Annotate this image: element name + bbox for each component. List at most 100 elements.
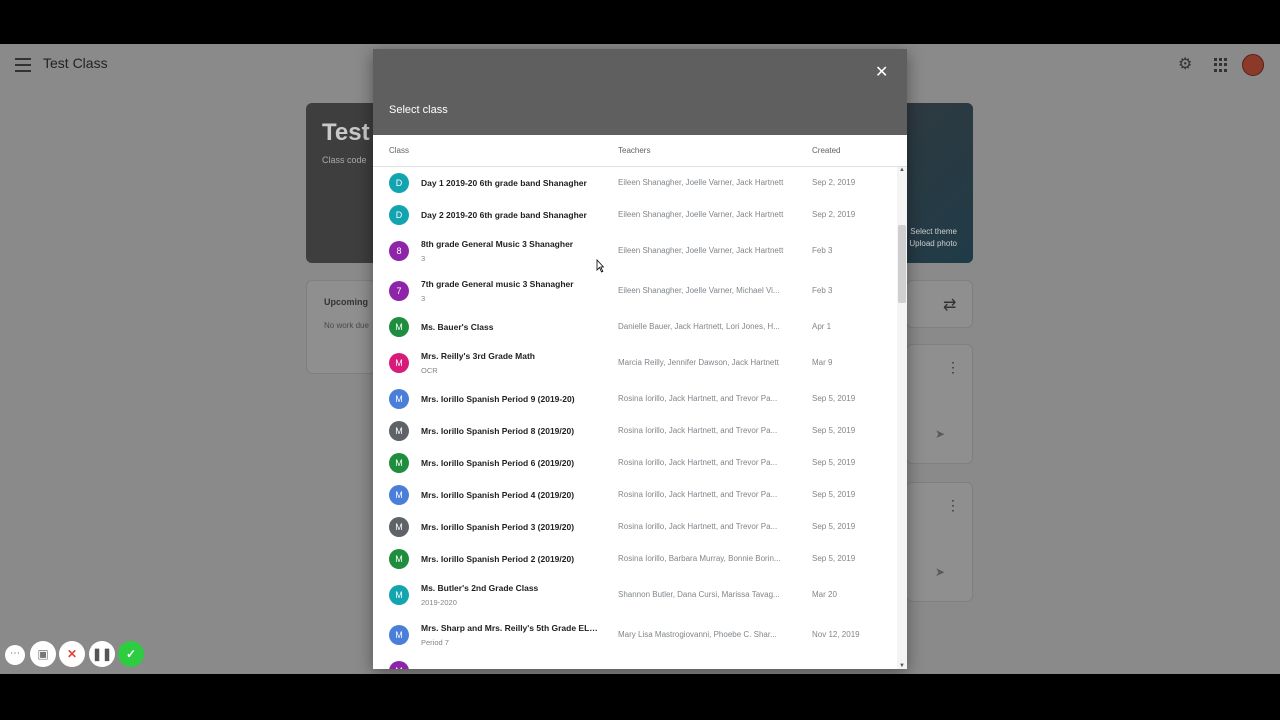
class-created-date: Mar 20 bbox=[812, 590, 837, 599]
column-teachers: Teachers bbox=[618, 146, 651, 155]
class-row[interactable]: D Day 2 2019-20 6th grade band Shanagher E… bbox=[373, 199, 897, 231]
class-row[interactable]: M Mrs. Iorillo Spanish Period 2 (2019/20)… bbox=[373, 543, 897, 575]
class-avatar: 7 bbox=[389, 281, 409, 301]
class-name: Ms. Butler's 2nd Grade Class bbox=[421, 583, 539, 593]
send-icon[interactable]: ➤ bbox=[935, 427, 945, 441]
class-created-date: Feb 3 bbox=[812, 246, 833, 255]
class-name: Mrs. Iorillo Spanish Period 6 (2019/20) bbox=[421, 458, 575, 468]
class-teachers: Rosina Iorillo, Jack Hartnett, and Trevo… bbox=[618, 394, 778, 403]
column-class: Class bbox=[389, 146, 410, 155]
select-theme-link[interactable]: Select theme bbox=[909, 226, 957, 238]
class-avatar: M bbox=[389, 549, 409, 569]
class-row[interactable]: M Mrs. Reilly's 3rd Grade Math OCR Marcia R… bbox=[373, 343, 897, 383]
class-row[interactable]: 7 7th grade General music 3 Shanagher 3 Eil… bbox=[373, 271, 897, 311]
class-created-date: Sep 5, 2019 bbox=[812, 426, 856, 435]
menu-icon[interactable] bbox=[15, 58, 31, 72]
more-vert-icon[interactable]: ⋮ bbox=[946, 360, 960, 374]
select-class-dialog: Select class ✕ Class Teachers Created DD… bbox=[373, 49, 907, 669]
class-teachers: Mary Lisa Mastrogiovanni, Phoebe C. Shar… bbox=[618, 630, 777, 639]
column-created: Created bbox=[812, 146, 841, 155]
pause-icon[interactable]: ❚❚ bbox=[89, 641, 115, 667]
account-avatar[interactable] bbox=[1242, 54, 1264, 76]
class-teachers: Eileen Shanagher, Joelle Varner, Jack Ha… bbox=[618, 246, 784, 255]
class-avatar: M bbox=[389, 317, 409, 337]
camera-icon[interactable]: ▣ bbox=[30, 641, 56, 667]
class-list[interactable]: D Day 1 2019-20 6th grade band Shanagher E… bbox=[373, 167, 897, 669]
class-row[interactable]: M Mrs. Iorillo Spanish Period 6 (2019/20)… bbox=[373, 447, 897, 479]
class-avatar: M bbox=[389, 389, 409, 409]
recorder-more-icon[interactable]: ⋯ bbox=[5, 645, 25, 665]
class-name: Mrs. Reilly's 3rd Grade Math bbox=[421, 351, 535, 361]
class-avatar: M bbox=[389, 421, 409, 441]
class-created-date: Mar 9 bbox=[812, 358, 833, 367]
class-avatar: D bbox=[389, 173, 409, 193]
class-created-date: Nov 12, 2019 bbox=[812, 630, 860, 639]
class-name: Mrs. Iorillo Spanish Period 2 (2019/20) bbox=[421, 554, 575, 564]
scrollbar-thumb[interactable] bbox=[898, 225, 906, 303]
classroom-page: Test Class ⚙ Test Class code Select them… bbox=[0, 44, 1280, 674]
class-name: Mrs. Sharp and Mrs. Reilly's 5th Grade E… bbox=[421, 623, 603, 633]
class-row[interactable]: M Ms. Butler's 2nd Grade Class 2019-2020 Sh… bbox=[373, 575, 897, 615]
class-row[interactable]: M Mrs. Iorillo Spanish Period 9 (2019-20)… bbox=[373, 383, 897, 415]
class-created-date: Sep 2, 2019 bbox=[812, 178, 856, 187]
upcoming-card: Upcoming No work due bbox=[306, 280, 376, 374]
class-section: 2019-2020 bbox=[421, 598, 457, 607]
dialog-header: Select class ✕ bbox=[373, 49, 907, 135]
scroll-up-icon[interactable]: ▲ bbox=[899, 167, 905, 173]
class-created-date: Sep 5, 2019 bbox=[812, 394, 856, 403]
class-section: 3 bbox=[421, 254, 426, 263]
class-row[interactable]: M Ms. Bauer's Class Danielle Bauer, Jack H… bbox=[373, 311, 897, 343]
class-teachers: Danielle Bauer, Jack Hartnett, Lori Jone… bbox=[618, 322, 780, 331]
class-row[interactable]: M Mrs. Iorillo Spanish Period 4 (2019/20)… bbox=[373, 479, 897, 511]
class-avatar: M bbox=[389, 661, 409, 669]
class-created-date: Sep 5, 2019 bbox=[812, 490, 856, 499]
upload-photo-link[interactable]: Upload photo bbox=[909, 238, 957, 250]
class-created-date: Sep 5, 2019 bbox=[812, 522, 856, 531]
class-name: 8th grade General Music 3 Shanagher bbox=[421, 239, 574, 249]
class-teachers: Eileen Shanagher, Joelle Varner, Jack Ha… bbox=[618, 210, 784, 219]
class-avatar: M bbox=[389, 585, 409, 605]
class-teachers: Rosina Iorillo, Jack Hartnett, and Trevo… bbox=[618, 426, 778, 435]
class-section: 3 bbox=[421, 294, 426, 303]
class-code-label: Class code bbox=[322, 155, 367, 165]
class-avatar: M bbox=[389, 517, 409, 537]
class-name: Day 1 2019-20 6th grade band Shanagher bbox=[421, 178, 587, 188]
class-teachers: Shannon Butler, Dana Cursi, Marissa Tava… bbox=[618, 590, 780, 599]
stream-post-card: ⋮ ➤ bbox=[906, 344, 973, 464]
send-icon[interactable]: ➤ bbox=[935, 565, 945, 579]
class-avatar: M bbox=[389, 453, 409, 473]
cancel-recording-icon[interactable]: ✕ bbox=[59, 641, 85, 667]
class-name: Mrs. Iorillo Spanish Period 8 (2019/20) bbox=[421, 426, 575, 436]
class-created-date: Sep 2, 2019 bbox=[812, 210, 856, 219]
scroll-down-icon[interactable]: ▼ bbox=[899, 663, 905, 669]
finish-recording-icon[interactable]: ✓ bbox=[118, 641, 144, 667]
class-created-date: Sep 5, 2019 bbox=[812, 458, 856, 467]
class-teachers: Eileen Shanagher, Joelle Varner, Jack Ha… bbox=[618, 178, 784, 187]
class-row[interactable]: M Mrs. Sharp and Mrs. Reilly's 5th Grade … bbox=[373, 615, 897, 655]
class-section: Period 7 bbox=[421, 638, 449, 647]
banner-theme-links: Select theme Upload photo bbox=[909, 226, 957, 250]
scrollbar[interactable]: ▲ ▼ bbox=[897, 167, 907, 669]
gear-icon[interactable]: ⚙ bbox=[1178, 57, 1194, 73]
class-teachers: Rosina Iorillo, Jack Hartnett, and Trevo… bbox=[618, 490, 778, 499]
class-row[interactable]: M Mrs. Iorillo Spanish Period 8 (2019/20)… bbox=[373, 415, 897, 447]
class-row[interactable]: D Day 1 2019-20 6th grade band Shanagher E… bbox=[373, 167, 897, 199]
class-row[interactable]: 8 8th grade General Music 3 Shanagher 3 Eil… bbox=[373, 231, 897, 271]
class-teachers: Marcia Reilly, Jennifer Dawson, Jack Har… bbox=[618, 358, 779, 367]
more-vert-icon[interactable]: ⋮ bbox=[946, 498, 960, 512]
class-row[interactable]: M Mrs. Iorillo Spanish Period 3 (2019/20)… bbox=[373, 511, 897, 543]
class-teachers: Rosina Iorillo, Barbara Murray, Bonnie B… bbox=[618, 554, 781, 563]
class-name: Mrs. Iorillo Spanish Period 3 (2019/20) bbox=[421, 522, 575, 532]
class-created-date: Sep 5, 2019 bbox=[812, 554, 856, 563]
class-row[interactable]: M bbox=[373, 655, 897, 669]
stream-share-card: ⇄ bbox=[906, 280, 973, 328]
class-teachers: Rosina Iorillo, Jack Hartnett, and Trevo… bbox=[618, 458, 778, 467]
class-created-date: Feb 3 bbox=[812, 286, 833, 295]
class-avatar: M bbox=[389, 353, 409, 373]
repeat-icon[interactable]: ⇄ bbox=[943, 295, 956, 315]
close-icon[interactable]: ✕ bbox=[875, 65, 888, 81]
class-teachers: Eileen Shanagher, Joelle Varner, Michael… bbox=[618, 286, 780, 295]
apps-grid-icon[interactable] bbox=[1214, 58, 1228, 72]
class-title[interactable]: Test Class bbox=[43, 55, 108, 71]
class-teachers: Rosina Iorillo, Jack Hartnett, and Trevo… bbox=[618, 522, 778, 531]
